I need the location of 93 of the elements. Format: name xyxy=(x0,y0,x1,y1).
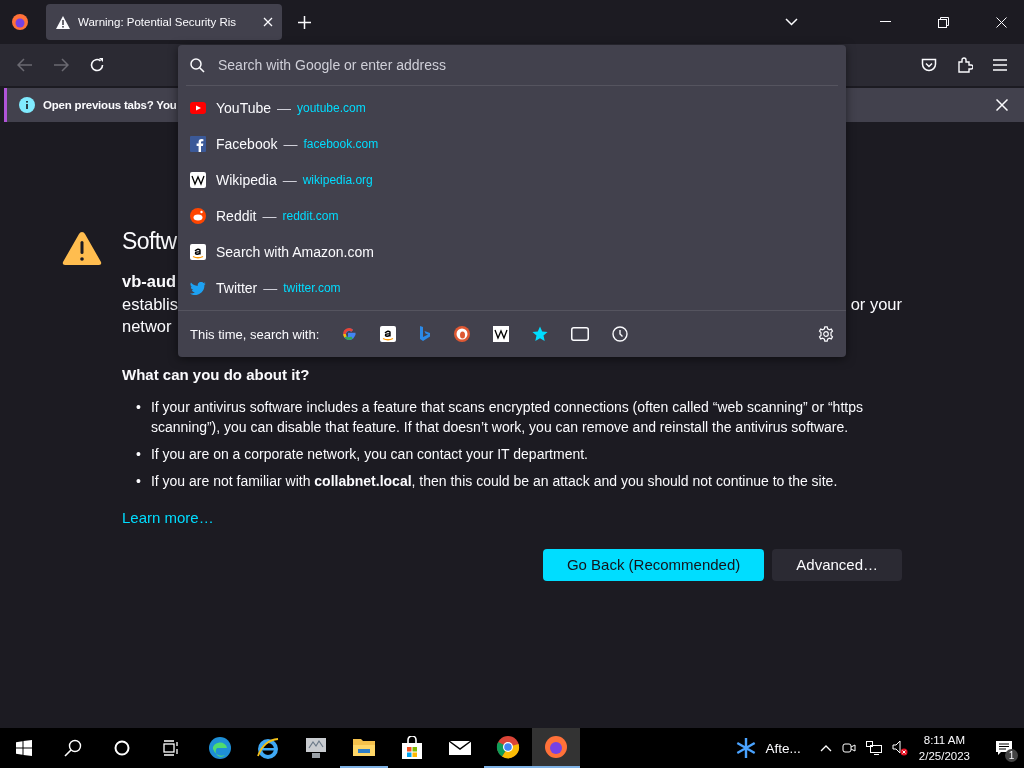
info-icon xyxy=(19,97,35,113)
minimize-icon[interactable] xyxy=(880,21,891,23)
network-icon[interactable] xyxy=(865,741,882,755)
taskbar-app[interactable] xyxy=(532,728,580,768)
extensions-icon[interactable] xyxy=(957,57,973,73)
warning-icon xyxy=(62,230,102,266)
suggestion-item[interactable]: Reddit — reddit.com xyxy=(178,198,846,234)
go-back-button[interactable]: Go Back (Recommended) xyxy=(542,548,765,581)
store-icon xyxy=(401,736,423,760)
suggestion-item[interactable]: Facebook — facebook.com xyxy=(178,126,846,162)
notification-badge: 1 xyxy=(1005,749,1018,762)
learn-more-link[interactable]: Learn more… xyxy=(122,508,214,526)
separator-dash: — xyxy=(277,100,291,116)
close-icon[interactable] xyxy=(996,16,1007,28)
suggestion-url: youtube.com xyxy=(297,101,366,115)
bullet-text: If you are on a corporate network, you can contact your IT department. xyxy=(150,444,589,464)
new-tab-icon[interactable] xyxy=(298,15,311,29)
bullet-text: If your antivirus software includes a feature that scans encrypted connections (often called “web scanning” or “https scanning”), you can disable that feature. If that doesn’t work, you can remove and reinstall the antivirus software. xyxy=(150,397,864,437)
suggestion-title: Facebook xyxy=(216,136,278,152)
suggestion-url: reddit.com xyxy=(282,209,339,223)
wikipedia-icon[interactable] xyxy=(493,326,510,342)
section-title: What can you do about it? xyxy=(122,365,311,383)
search-icon xyxy=(190,57,205,73)
bullet-marker: • xyxy=(136,444,141,464)
error-description: or your xyxy=(850,293,902,315)
suggestion-title: Search with Amazon.com xyxy=(216,244,374,260)
snowflake-icon[interactable] xyxy=(735,738,756,758)
close-icon[interactable] xyxy=(263,17,273,27)
windows-start-icon[interactable] xyxy=(16,740,32,756)
chevron-up-icon[interactable] xyxy=(819,744,832,752)
youtube-icon xyxy=(190,102,206,114)
chrome-icon xyxy=(496,735,520,759)
bullet-marker: • xyxy=(136,471,141,491)
browser-tab[interactable]: Warning: Potential Security Ris xyxy=(46,4,282,40)
reload-icon[interactable] xyxy=(89,57,105,73)
close-icon[interactable] xyxy=(996,99,1008,111)
folder-icon xyxy=(352,737,376,757)
mail-icon xyxy=(448,740,472,756)
bing-icon[interactable] xyxy=(419,326,432,342)
chevron-down-icon[interactable] xyxy=(785,18,798,26)
suggestion-url: twitter.com xyxy=(283,281,341,295)
suggestion-item[interactable]: Wikipedia — wikipedia.org xyxy=(178,162,846,198)
internet-explorer-icon xyxy=(256,736,280,760)
notification-text: Open previous tabs? You xyxy=(43,99,177,111)
suggestion-url: wikipedia.org xyxy=(302,173,373,187)
tab-title: Warning: Potential Security Ris xyxy=(78,16,238,28)
firefox-icon xyxy=(544,735,568,759)
search-with-label: This time, search with: xyxy=(190,326,320,342)
edge-icon xyxy=(208,736,232,760)
reddit-icon xyxy=(190,208,206,224)
suggestion-title: YouTube xyxy=(216,100,271,116)
error-description: vb-aud xyxy=(122,271,177,292)
twitter-icon xyxy=(190,281,206,295)
bullet-text: If you are not familiar with collabnet.local, then this could be an attack and you should not continue to the site. xyxy=(150,471,839,491)
warning-icon xyxy=(55,14,71,30)
facebook-icon xyxy=(190,136,206,152)
separator-dash: — xyxy=(282,172,297,188)
amazon-icon[interactable] xyxy=(380,326,397,342)
suggestion-item[interactable]: Twitter — twitter.com xyxy=(178,270,846,306)
camera-icon[interactable] xyxy=(841,741,856,755)
suggestion-title: Twitter xyxy=(216,280,258,296)
settings-icon[interactable] xyxy=(818,326,834,342)
volume-muted-icon[interactable] xyxy=(891,740,908,756)
menu-icon[interactable] xyxy=(993,59,1007,71)
suggestion-title: Reddit xyxy=(216,208,257,224)
tab-icon[interactable] xyxy=(571,327,590,341)
suggestion-url: facebook.com xyxy=(303,137,379,151)
error-heading: Softw xyxy=(122,228,176,256)
suggestion-item[interactable]: YouTube — youtube.com xyxy=(178,90,846,126)
advanced-button[interactable]: Advanced… xyxy=(772,548,902,581)
error-description: networ xyxy=(122,316,172,337)
bullet-marker: • xyxy=(136,397,141,417)
separator-dash: — xyxy=(263,280,278,296)
error-description: establis xyxy=(122,293,178,315)
amazon-icon xyxy=(190,244,206,260)
weather-text[interactable]: Afte... xyxy=(765,740,801,756)
history-icon[interactable] xyxy=(612,326,629,342)
separator-dash: — xyxy=(262,208,277,224)
cortana-icon[interactable] xyxy=(114,740,130,756)
monitor-app-icon xyxy=(304,737,328,759)
clock-time[interactable]: 8:11 AM xyxy=(923,732,966,748)
suggestion-title: Wikipedia xyxy=(216,172,277,188)
star-icon[interactable] xyxy=(532,326,549,342)
task-view-icon[interactable] xyxy=(162,740,180,756)
search-icon[interactable] xyxy=(64,739,82,757)
restore-icon[interactable] xyxy=(938,16,949,28)
clock-date[interactable]: 2/25/2023 xyxy=(918,748,970,764)
firefox-logo-icon[interactable] xyxy=(11,13,29,31)
wikipedia-icon xyxy=(190,172,206,188)
google-icon[interactable] xyxy=(341,326,358,342)
pocket-icon[interactable] xyxy=(921,57,937,73)
separator-dash: — xyxy=(283,136,298,152)
suggestion-item[interactable]: Search with Amazon.com xyxy=(178,234,846,270)
